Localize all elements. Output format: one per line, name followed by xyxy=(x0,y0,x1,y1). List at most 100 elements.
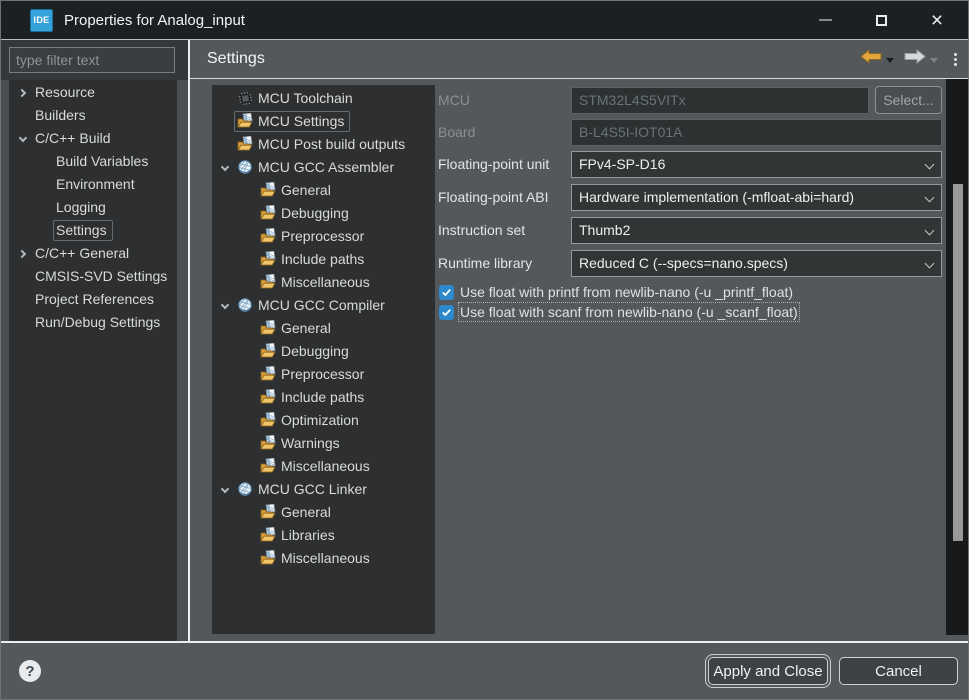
folder-doc-icon xyxy=(260,550,276,566)
settings-tree-item-mcu-post-build-outputs[interactable]: MCU Post build outputs xyxy=(212,133,435,156)
settings-tree-item-miscellaneous[interactable]: Miscellaneous xyxy=(212,455,435,478)
settings-tree-item-mcu-gcc-compiler[interactable]: MCU GCC Compiler xyxy=(212,294,435,317)
build-tool-icon xyxy=(237,159,253,175)
app-icon: IDE xyxy=(30,9,53,32)
sidebar-item-logging[interactable]: Logging xyxy=(9,196,177,219)
chevron-expanded-icon[interactable] xyxy=(215,304,234,308)
back-button[interactable] xyxy=(860,49,882,69)
folder-doc-icon xyxy=(260,435,276,451)
build-tool-icon xyxy=(237,481,253,497)
fabi-value: Hardware implementation (-mfloat-abi=har… xyxy=(579,189,854,205)
minimize-icon xyxy=(819,19,832,21)
tree-item-label: MCU Settings xyxy=(258,113,344,129)
maximize-button[interactable] xyxy=(853,1,909,39)
chevron-down-icon xyxy=(925,226,935,236)
settings-tree-item-miscellaneous[interactable]: Miscellaneous xyxy=(212,547,435,570)
minimize-button[interactable] xyxy=(797,1,853,39)
forward-history-menu[interactable] xyxy=(930,58,938,63)
settings-tree-item-mcu-settings[interactable]: MCU Settings xyxy=(212,110,435,133)
settings-tree-item-general[interactable]: General xyxy=(212,179,435,202)
vertical-scrollbar[interactable] xyxy=(946,79,969,635)
settings-tree-item-optimization[interactable]: Optimization xyxy=(212,409,435,432)
apply-and-close-button[interactable]: Apply and Close xyxy=(708,657,828,685)
sidebar-item-c-c-general[interactable]: C/C++ General xyxy=(9,242,177,265)
floating-point-abi-select[interactable]: Hardware implementation (-mfloat-abi=har… xyxy=(571,184,942,211)
tree-item-label: C/C++ Build xyxy=(35,130,110,146)
tree-item-label: Resource xyxy=(35,84,95,100)
mcu-select-button[interactable]: Select... xyxy=(875,86,942,114)
scanf-float-label[interactable]: Use float with scanf from newlib-nano (-… xyxy=(460,304,798,320)
settings-tree-item-warnings[interactable]: Warnings xyxy=(212,432,435,455)
scanf-float-checkbox[interactable] xyxy=(439,305,454,320)
tree-item-label: Include paths xyxy=(281,251,364,267)
printf-float-checkbox[interactable] xyxy=(439,285,454,300)
tree-item-label: Debugging xyxy=(281,343,349,359)
sidebar-item-project-references[interactable]: Project References xyxy=(9,288,177,311)
mcu-label: MCU xyxy=(438,87,571,114)
maximize-icon xyxy=(876,15,887,26)
folder-doc-icon xyxy=(260,389,276,405)
folder-doc-icon xyxy=(260,343,276,359)
folder-doc-icon xyxy=(260,228,276,244)
settings-tree-item-general[interactable]: General xyxy=(212,317,435,340)
settings-tree-item-debugging[interactable]: Debugging xyxy=(212,340,435,363)
instruction-set-select[interactable]: Thumb2 xyxy=(571,217,942,244)
chevron-collapsed-icon[interactable] xyxy=(13,90,32,96)
runtime-library-value: Reduced C (--specs=nano.specs) xyxy=(579,255,788,271)
board-value-field: B-L4S5I-IOT01A xyxy=(571,119,942,146)
sidebar-item-c-c-build[interactable]: C/C++ Build xyxy=(9,127,177,150)
floating-point-unit-select[interactable]: FPv4-SP-D16 xyxy=(571,151,942,178)
tree-item-label: CMSIS-SVD Settings xyxy=(35,268,167,284)
tree-item-label: Include paths xyxy=(281,389,364,405)
fpu-label: Floating-point unit xyxy=(438,151,571,178)
filter-input[interactable] xyxy=(9,47,175,73)
sidebar-item-settings[interactable]: Settings xyxy=(9,219,177,242)
settings-tree-item-debugging[interactable]: Debugging xyxy=(212,202,435,225)
settings-tree-item-mcu-toolchain[interactable]: MCU Toolchain xyxy=(212,87,435,110)
settings-tree-item-general[interactable]: General xyxy=(212,501,435,524)
runtime-library-select[interactable]: Reduced C (--specs=nano.specs) xyxy=(571,250,942,277)
chevron-down-icon xyxy=(925,160,935,170)
sidebar-item-environment[interactable]: Environment xyxy=(9,173,177,196)
instruction-set-label: Instruction set xyxy=(438,217,571,244)
sidebar-item-resource[interactable]: Resource xyxy=(9,81,177,104)
settings-tree: MCU Toolchain MCU Settings MCU Post build … xyxy=(212,85,435,634)
settings-tree-item-include-paths[interactable]: Include paths xyxy=(212,386,435,409)
tree-item-label: Miscellaneous xyxy=(281,458,370,474)
tree-item-label: Warnings xyxy=(281,435,340,451)
scrollbar-thumb[interactable] xyxy=(953,184,963,541)
settings-tree-item-preprocessor[interactable]: Preprocessor xyxy=(212,363,435,386)
view-menu-button[interactable] xyxy=(952,51,959,68)
settings-tree-item-include-paths[interactable]: Include paths xyxy=(212,248,435,271)
sidebar-item-builders[interactable]: Builders xyxy=(9,104,177,127)
printf-float-label[interactable]: Use float with printf from newlib-nano (… xyxy=(460,284,793,300)
mcu-value-field: STM32L4S5VITx xyxy=(571,87,869,114)
tree-item-label: Logging xyxy=(56,199,106,215)
chevron-expanded-icon[interactable] xyxy=(215,488,234,492)
titlebar: IDE Properties for Analog_input × xyxy=(1,1,968,39)
sidebar-item-run-debug-settings[interactable]: Run/Debug Settings xyxy=(9,311,177,334)
tree-item-label: Optimization xyxy=(281,412,359,428)
tree-item-label: Debugging xyxy=(281,205,349,221)
settings-tree-item-mcu-gcc-linker[interactable]: MCU GCC Linker xyxy=(212,478,435,501)
sidebar-item-cmsis-svd-settings[interactable]: CMSIS-SVD Settings xyxy=(9,265,177,288)
settings-tree-item-mcu-gcc-assembler[interactable]: MCU GCC Assembler xyxy=(212,156,435,179)
help-button[interactable]: ? xyxy=(19,660,41,682)
tree-item-label: Builders xyxy=(35,107,86,123)
settings-tree-item-libraries[interactable]: Libraries xyxy=(212,524,435,547)
tree-item-label: C/C++ General xyxy=(35,245,129,261)
chevron-expanded-icon[interactable] xyxy=(215,166,234,170)
close-button[interactable]: × xyxy=(909,1,965,39)
settings-tree-item-miscellaneous[interactable]: Miscellaneous xyxy=(212,271,435,294)
chevron-collapsed-icon[interactable] xyxy=(13,251,32,257)
back-history-menu[interactable] xyxy=(886,58,894,63)
chevron-down-icon xyxy=(925,193,935,203)
forward-button[interactable] xyxy=(904,49,926,69)
settings-tree-item-preprocessor[interactable]: Preprocessor xyxy=(212,225,435,248)
cancel-button[interactable]: Cancel xyxy=(839,657,958,685)
chevron-expanded-icon[interactable] xyxy=(13,137,32,141)
tree-item-label: Environment xyxy=(56,176,135,192)
sidebar-item-build-variables[interactable]: Build Variables xyxy=(9,150,177,173)
folder-doc-icon xyxy=(260,274,276,290)
folder-doc-icon xyxy=(260,458,276,474)
